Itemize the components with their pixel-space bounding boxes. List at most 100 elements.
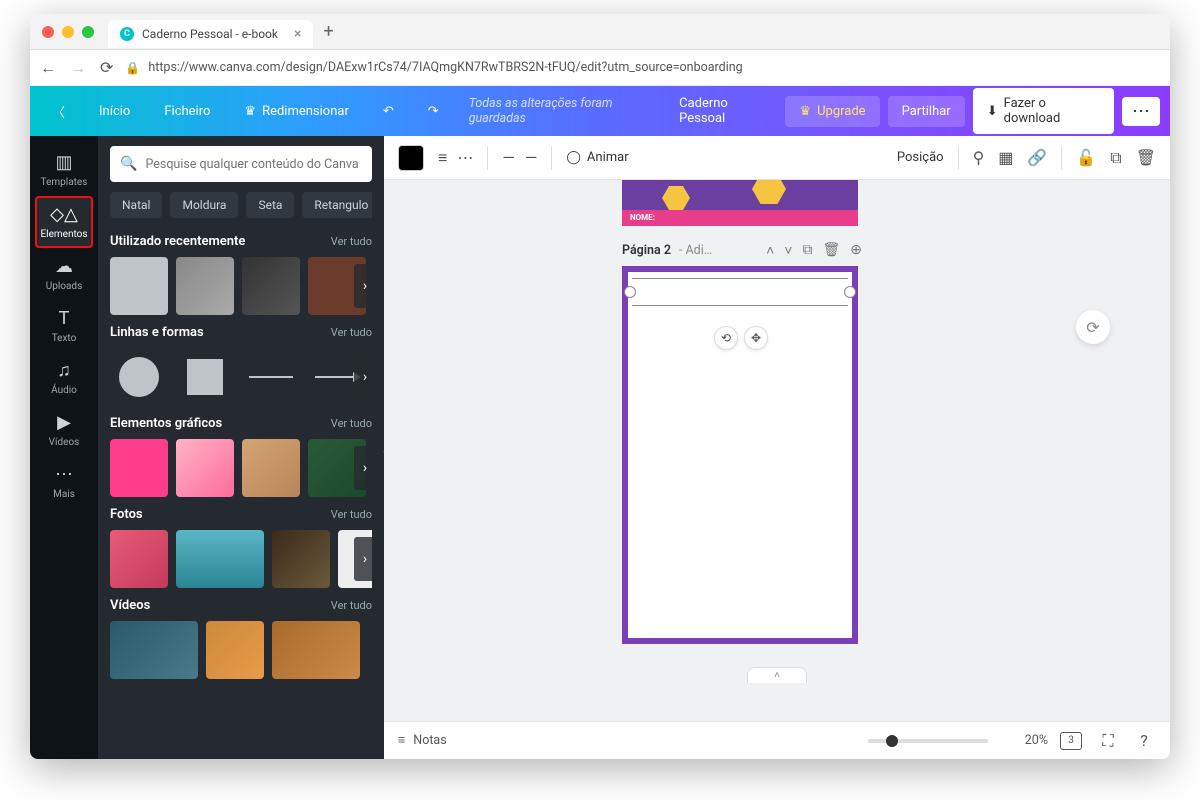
zoom-value[interactable]: 20% bbox=[1000, 733, 1048, 748]
row-next-icon[interactable]: › bbox=[354, 264, 372, 308]
recent-item[interactable] bbox=[242, 257, 300, 315]
audio-icon: ♫ bbox=[57, 360, 71, 381]
page-2-canvas[interactable] bbox=[622, 266, 858, 644]
see-all-link[interactable]: Ver tudo bbox=[331, 599, 372, 612]
rail-elements[interactable]: ◇△ Elementos bbox=[35, 196, 93, 248]
line-end-arrow-icon[interactable]: — bbox=[525, 148, 538, 167]
chip-seta[interactable]: Seta bbox=[246, 192, 294, 218]
canvas-viewport[interactable]: NOME: Página 2 - Adi… ˄ ˅ ⧉ 🗑 ⊕ bbox=[384, 180, 1170, 721]
copy-style-icon[interactable]: ⚲ bbox=[973, 148, 985, 167]
row-next-icon[interactable]: › bbox=[354, 537, 372, 581]
menu-file[interactable]: Ficheiro bbox=[152, 96, 222, 127]
sync-icon[interactable]: ⟳ bbox=[1076, 310, 1110, 344]
rail-templates[interactable]: ▥ Templates bbox=[35, 144, 93, 196]
lock-icon[interactable]: 🔓 bbox=[1076, 148, 1096, 167]
rotate-handle-icon[interactable]: ⟲ bbox=[714, 326, 738, 350]
rail-videos[interactable]: ▶ Vídeos bbox=[35, 404, 93, 456]
rail-uploads[interactable]: ☁ Uploads bbox=[35, 248, 93, 300]
fullscreen-icon[interactable]: ⛶ bbox=[1096, 731, 1120, 751]
graphic-item[interactable] bbox=[110, 439, 168, 497]
color-swatch[interactable] bbox=[398, 145, 424, 171]
page-2-header: Página 2 - Adi… ˄ ˅ ⧉ 🗑 ⊕ bbox=[622, 242, 862, 259]
shape-line[interactable] bbox=[242, 348, 300, 406]
page-subtitle[interactable]: - Adi… bbox=[679, 243, 712, 258]
page-count-button[interactable]: 3 bbox=[1060, 732, 1084, 750]
search-input[interactable] bbox=[145, 157, 362, 172]
see-all-link[interactable]: Ver tudo bbox=[331, 235, 372, 248]
page-duplicate-icon[interactable]: ⧉ bbox=[802, 242, 812, 259]
nav-reload-icon[interactable]: ⟳ bbox=[100, 58, 113, 78]
search-field[interactable]: 🔍 bbox=[110, 146, 372, 182]
move-handle-icon[interactable]: ✥ bbox=[744, 326, 768, 350]
chip-natal[interactable]: Natal bbox=[110, 192, 162, 218]
back-home-icon[interactable]: 〈 bbox=[40, 94, 77, 129]
document-title[interactable]: Caderno Pessoal bbox=[679, 96, 773, 126]
redo-icon[interactable]: ↷ bbox=[416, 96, 451, 127]
url-field[interactable]: 🔒 https://www.canva.com/design/DAExw1rCs… bbox=[125, 60, 1160, 75]
video-item[interactable] bbox=[110, 621, 198, 679]
help-icon[interactable]: ? bbox=[1132, 731, 1156, 750]
page-delete-icon[interactable]: 🗑 bbox=[822, 242, 840, 259]
more-menu-button[interactable]: ⋯ bbox=[1122, 97, 1160, 126]
see-all-link[interactable]: Ver tudo bbox=[331, 508, 372, 521]
undo-icon[interactable]: ↶ bbox=[371, 96, 406, 127]
window-maximize[interactable] bbox=[82, 26, 94, 38]
tab-close-icon[interactable]: × bbox=[294, 26, 301, 42]
graphic-item[interactable] bbox=[176, 439, 234, 497]
chip-moldura[interactable]: Moldura bbox=[170, 192, 238, 218]
window-close[interactable] bbox=[42, 26, 54, 38]
upgrade-button[interactable]: ♛ Upgrade bbox=[785, 96, 879, 127]
line-style-dashed-icon[interactable]: ⋯ bbox=[457, 148, 473, 167]
page-number[interactable]: Página 2 bbox=[622, 243, 671, 258]
pages-collapse-tab[interactable]: ˄ bbox=[747, 667, 807, 683]
nav-back-icon[interactable]: ← bbox=[40, 58, 56, 78]
zoom-slider[interactable] bbox=[868, 739, 988, 743]
line-end-none-icon[interactable]: — bbox=[502, 148, 515, 167]
transparency-icon[interactable]: ▦ bbox=[998, 148, 1013, 167]
video-item[interactable] bbox=[272, 621, 360, 679]
shape-circle[interactable] bbox=[110, 348, 168, 406]
rail-audio[interactable]: ♫ Áudio bbox=[35, 352, 93, 404]
lock-icon: 🔒 bbox=[125, 61, 140, 75]
photo-item[interactable] bbox=[272, 530, 330, 588]
line-style-solid-icon[interactable]: ≡ bbox=[438, 148, 447, 168]
crown-icon: ♛ bbox=[244, 104, 256, 119]
animate-button[interactable]: ◯ Animar bbox=[566, 150, 628, 165]
see-all-link[interactable]: Ver tudo bbox=[331, 417, 372, 430]
see-all-link[interactable]: Ver tudo bbox=[331, 326, 372, 339]
browser-tab[interactable]: C Caderno Pessoal - e-book × bbox=[108, 20, 313, 48]
duplicate-icon[interactable]: ⧉ bbox=[1110, 148, 1121, 168]
window-minimize[interactable] bbox=[62, 26, 74, 38]
shape-square[interactable] bbox=[176, 348, 234, 406]
position-button[interactable]: Posição bbox=[897, 150, 944, 165]
notes-button[interactable]: ≡ Notas bbox=[398, 733, 447, 748]
menu-resize[interactable]: ♛ Redimensionar bbox=[232, 96, 360, 127]
nav-forward-icon[interactable]: → bbox=[70, 58, 86, 78]
row-next-icon[interactable]: › bbox=[354, 355, 372, 399]
elements-icon: ◇△ bbox=[50, 204, 78, 225]
rail-more[interactable]: ⋯ Mais bbox=[35, 456, 93, 508]
recent-item[interactable] bbox=[110, 257, 168, 315]
photo-item[interactable] bbox=[110, 530, 168, 588]
page-1-preview[interactable]: NOME: bbox=[622, 180, 858, 226]
video-item[interactable] bbox=[206, 621, 264, 679]
section-recent: Utilizado recentemente Ver tudo › bbox=[110, 234, 372, 315]
rail-text[interactable]: T Texto bbox=[35, 300, 93, 352]
graphic-item[interactable] bbox=[242, 439, 300, 497]
browser-addressbar: ← → ⟳ 🔒 https://www.canva.com/design/DAE… bbox=[30, 50, 1170, 86]
page-add-icon[interactable]: ⊕ bbox=[850, 242, 862, 259]
new-tab-button[interactable]: + bbox=[323, 21, 333, 42]
link-icon[interactable]: 🔗 bbox=[1027, 148, 1047, 167]
chip-retangulo[interactable]: Retangulo bbox=[302, 192, 372, 218]
row-next-icon[interactable]: › bbox=[354, 446, 372, 490]
page-down-icon[interactable]: ˅ bbox=[784, 242, 792, 259]
download-button[interactable]: ⬇ Fazer o download bbox=[973, 88, 1114, 134]
page-up-icon[interactable]: ˄ bbox=[766, 242, 774, 259]
photo-item[interactable] bbox=[176, 530, 264, 588]
selected-line-element[interactable] bbox=[632, 278, 848, 306]
url-text: https://www.canva.com/design/DAExw1rCs74… bbox=[148, 60, 742, 75]
share-button[interactable]: Partilhar bbox=[888, 96, 965, 127]
delete-icon[interactable]: 🗑 bbox=[1136, 148, 1156, 167]
menu-home[interactable]: Início bbox=[87, 96, 142, 127]
recent-item[interactable] bbox=[176, 257, 234, 315]
